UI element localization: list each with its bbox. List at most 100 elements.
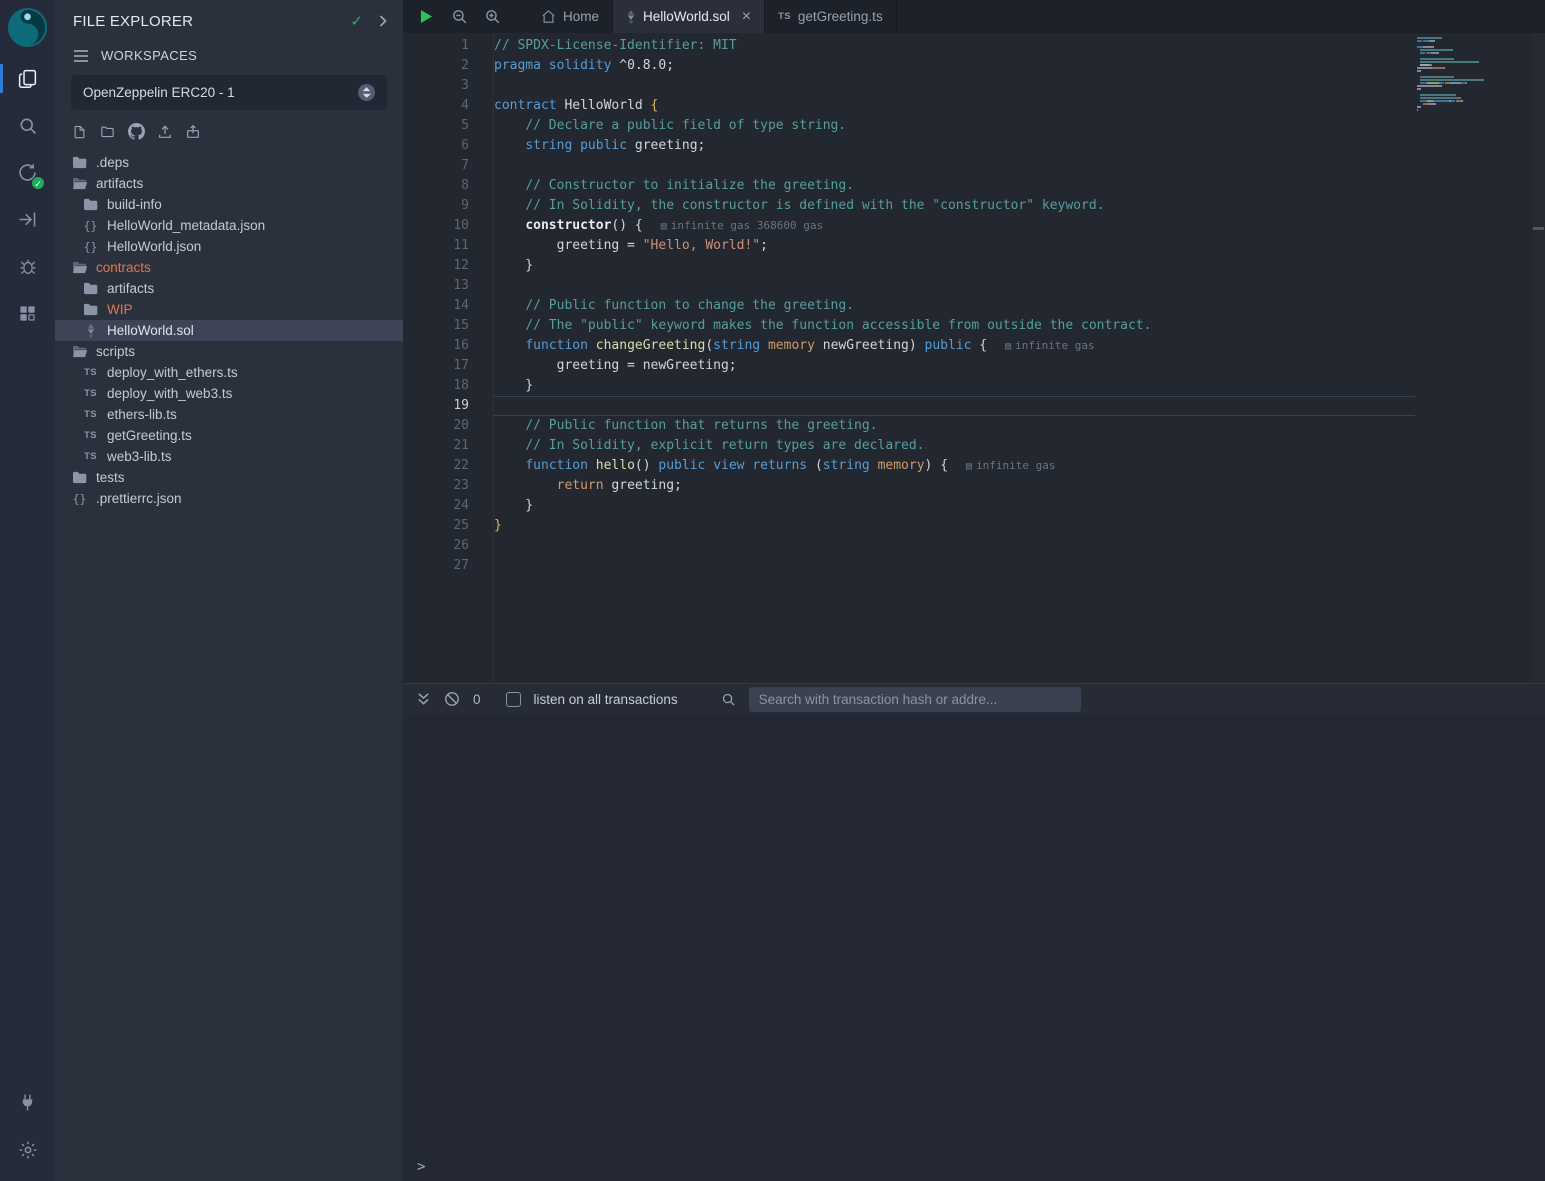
code-token: function <box>525 338 588 353</box>
code-line[interactable]: } <box>494 496 1415 516</box>
new-file-button[interactable] <box>72 124 87 140</box>
remix-logo[interactable] <box>0 0 55 55</box>
code-token: { <box>651 98 659 113</box>
tab-HelloWorld.sol[interactable]: HelloWorld.sol× <box>613 0 765 33</box>
new-folder-button[interactable] <box>99 124 116 139</box>
tree-item-tests[interactable]: tests <box>55 467 403 488</box>
code-token <box>494 418 525 433</box>
tree-item-artifacts[interactable]: artifacts <box>55 173 403 194</box>
workspace-selector[interactable]: OpenZeppelin ERC20 - 1 <box>71 75 387 110</box>
tree-item-deploy_with_ethers.ts[interactable]: TS deploy_with_ethers.ts <box>55 362 403 383</box>
file-tree: .depsartifactsbuild-info{}HelloWorld_met… <box>55 152 403 509</box>
ts-icon: TS <box>82 388 99 399</box>
code-line[interactable] <box>494 536 1415 556</box>
run-script-button[interactable] <box>413 0 440 33</box>
code-line[interactable]: // Declare a public field of type string… <box>494 116 1415 136</box>
code-line[interactable]: // Public function to change the greetin… <box>494 296 1415 316</box>
deploy-run-button[interactable] <box>0 196 55 243</box>
plugin-panel-icon <box>18 304 37 323</box>
github-button[interactable] <box>128 123 145 140</box>
code-line[interactable]: // Public function that returns the gree… <box>494 416 1415 436</box>
tree-item-HelloWorld.json[interactable]: {}HelloWorld.json <box>55 236 403 257</box>
tree-item-artifacts[interactable]: artifacts <box>55 278 403 299</box>
code-line[interactable]: string public greeting; <box>494 136 1415 156</box>
clear-console-button[interactable] <box>444 691 460 707</box>
code-line[interactable]: greeting = newGreeting; <box>494 356 1415 376</box>
tree-item-HelloWorld_metadata.json[interactable]: {}HelloWorld_metadata.json <box>55 215 403 236</box>
workspaces-menu-icon[interactable] <box>73 50 89 62</box>
tree-item-HelloWorld.sol[interactable]: HelloWorld.sol <box>55 320 403 341</box>
upload-file-button[interactable] <box>157 124 173 140</box>
tree-item-build-info[interactable]: build-info <box>55 194 403 215</box>
listen-transactions-label[interactable]: listen on all transactions <box>534 692 678 707</box>
tree-item-ethers-lib.ts[interactable]: TSethers-lib.ts <box>55 404 403 425</box>
zoom-out-button[interactable] <box>446 0 473 33</box>
publish-button[interactable] <box>185 124 201 140</box>
code-editor[interactable]: 1234567891011121314151617181920212223242… <box>403 33 1545 683</box>
code-line[interactable]: function hello() public view returns (st… <box>494 456 1415 476</box>
tree-item-contracts[interactable]: contracts <box>55 257 403 278</box>
code-line[interactable]: // The "public" keyword makes the functi… <box>494 316 1415 336</box>
settings-button[interactable] <box>0 1126 55 1173</box>
terminal-toolbar: 0 listen on all transactions <box>403 683 1545 714</box>
editor-scrollbar[interactable] <box>1532 33 1545 683</box>
code-line[interactable] <box>494 276 1415 296</box>
terminal-output[interactable]: > <box>403 714 1545 1181</box>
code-token: return <box>557 478 604 493</box>
code-line[interactable]: contract HelloWorld { <box>494 96 1415 116</box>
tree-item-label: deploy_with_ethers.ts <box>107 365 238 380</box>
code-line[interactable]: } <box>494 516 1415 536</box>
minimap[interactable] <box>1417 37 1497 118</box>
debugger-button[interactable] <box>0 243 55 290</box>
tree-item-.deps[interactable]: .deps <box>55 152 403 173</box>
code-line[interactable]: } <box>494 256 1415 276</box>
code-line[interactable]: constructor() {▤infinite gas 368600 gas <box>494 216 1415 236</box>
chevron-right-icon[interactable] <box>379 15 387 27</box>
tree-item-getGreeting.ts[interactable]: TSgetGreeting.ts <box>55 425 403 446</box>
transaction-search-input[interactable] <box>749 687 1081 712</box>
gas-icon: ▤ <box>1005 341 1011 352</box>
tree-item-scripts[interactable]: scripts <box>55 341 403 362</box>
expand-terminal-button[interactable] <box>416 692 431 706</box>
editor-tab-bar: HomeHelloWorld.sol×TSgetGreeting.ts <box>403 0 1545 33</box>
tree-item-label: deploy_with_web3.ts <box>107 386 232 401</box>
code-line[interactable]: greeting = "Hello, World!"; <box>494 236 1415 256</box>
tab-Home[interactable]: Home <box>528 0 613 33</box>
solidity-compiler-button[interactable]: ✓ <box>0 149 55 196</box>
plugin-panel-button[interactable] <box>0 290 55 337</box>
code-line[interactable]: function changeGreeting(string memory ne… <box>494 336 1415 356</box>
tree-item-label: tests <box>96 470 125 485</box>
code-token: string <box>823 458 870 473</box>
zoom-in-button[interactable] <box>479 0 506 33</box>
code-line[interactable] <box>494 156 1415 176</box>
code-line[interactable] <box>494 76 1415 96</box>
search-button[interactable] <box>0 102 55 149</box>
code-line[interactable]: return greeting; <box>494 476 1415 496</box>
tree-item-.prettierrc.json[interactable]: {}.prettierrc.json <box>55 488 403 509</box>
code-line[interactable]: } <box>494 376 1415 396</box>
code-line[interactable]: pragma solidity ^0.8.0; <box>494 56 1415 76</box>
file-explorer-button[interactable] <box>0 55 55 102</box>
code-content[interactable]: // SPDX-License-Identifier: MITpragma so… <box>493 33 1415 683</box>
code-line[interactable] <box>494 556 1415 576</box>
tree-item-web3-lib.ts[interactable]: TSweb3-lib.ts <box>55 446 403 467</box>
plugin-manager-button[interactable] <box>0 1079 55 1126</box>
line-number: 9 <box>403 196 469 216</box>
ts-icon: TS <box>82 367 99 378</box>
workspace-switch-icon <box>358 84 375 101</box>
tree-item-WIP[interactable]: WIP <box>55 299 403 320</box>
code-line[interactable]: // SPDX-License-Identifier: MIT <box>494 36 1415 56</box>
close-tab-icon[interactable]: × <box>742 9 751 25</box>
line-number: 13 <box>403 276 469 296</box>
code-token <box>494 338 525 353</box>
tree-item-deploy_with_web3.ts[interactable]: TS deploy_with_web3.ts <box>55 383 403 404</box>
scrollbar-thumb[interactable] <box>1533 227 1544 230</box>
listen-transactions-checkbox[interactable] <box>506 692 521 707</box>
search-icon <box>721 692 736 707</box>
code-line[interactable]: // In Solidity, explicit return types ar… <box>494 436 1415 456</box>
code-line[interactable] <box>494 396 1415 416</box>
code-line[interactable]: // In Solidity, the constructor is defin… <box>494 196 1415 216</box>
tab-getGreeting.ts[interactable]: TSgetGreeting.ts <box>765 0 897 33</box>
code-line[interactable]: // Constructor to initialize the greetin… <box>494 176 1415 196</box>
terminal-prompt[interactable]: > <box>417 1159 425 1175</box>
